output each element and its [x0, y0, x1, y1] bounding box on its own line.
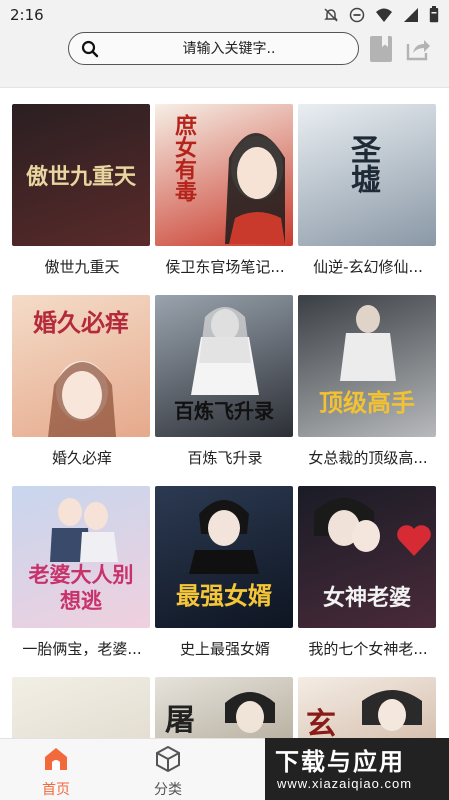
- book-cover[interactable]: 婚久必痒: [12, 295, 150, 437]
- book-title[interactable]: 我的七个女神老...: [298, 638, 438, 659]
- book-card[interactable]: 女神老婆 我的七个女神老...: [298, 486, 438, 658]
- book-card[interactable]: 顶级高手 女总裁的顶级高...: [298, 295, 438, 467]
- cover-title: 最强女婿: [176, 581, 272, 610]
- cover-title: 玄: [306, 707, 336, 742]
- book-title[interactable]: 百炼飞升录: [155, 447, 295, 468]
- book-title[interactable]: 傲世九重天: [12, 256, 152, 277]
- book-title[interactable]: 侯卫东官场笔记...: [155, 256, 295, 277]
- book-cover[interactable]: 圣墟: [298, 104, 436, 246]
- status-time: 2:16: [10, 6, 44, 24]
- book-cover[interactable]: 傲世九重天: [12, 104, 150, 246]
- book-cover[interactable]: 最强女婿: [155, 486, 293, 628]
- book-cover[interactable]: 庶女有毒: [155, 104, 293, 246]
- cover-title: 老婆大人别想逃: [28, 562, 134, 613]
- category-cube-icon: [154, 745, 182, 773]
- watermark-logo: 下载与应用 www.xiazaiqiao.com: [265, 738, 449, 800]
- book-card[interactable]: 圣墟 仙逆-玄幻修仙...: [298, 104, 438, 276]
- book-card[interactable]: 庶女有毒 侯卫东官场笔记...: [155, 104, 295, 276]
- search-input[interactable]: [109, 38, 349, 60]
- wifi-icon: [375, 7, 393, 27]
- cover-title: 婚久必痒: [33, 308, 129, 337]
- book-card[interactable]: 最强女婿 史上最强女婿: [155, 486, 295, 658]
- book-cover[interactable]: 女神老婆: [298, 486, 436, 628]
- book-title[interactable]: 史上最强女婿: [155, 638, 295, 659]
- book-title[interactable]: 仙逆-玄幻修仙...: [298, 256, 438, 277]
- nav-category-label: 分类: [154, 782, 182, 798]
- book-cover[interactable]: 顶级高手: [298, 295, 436, 437]
- book-title[interactable]: 一胎俩宝，老婆...: [12, 638, 152, 659]
- cover-title: 百炼飞升录: [174, 399, 274, 423]
- book-card[interactable]: 婚久必痒 婚久必痒: [12, 295, 152, 467]
- book-card[interactable]: 老婆大人别想逃 一胎俩宝，老婆...: [12, 486, 152, 658]
- bookshelf-icon[interactable]: [369, 35, 393, 63]
- book-title[interactable]: 婚久必痒: [12, 447, 152, 468]
- book-cover[interactable]: 百炼飞升录: [155, 295, 293, 437]
- nav-category[interactable]: 分类: [138, 745, 198, 799]
- cover-title: 屠: [165, 703, 195, 738]
- cover-title: 顶级高手: [319, 388, 415, 417]
- status-icons: [323, 6, 439, 27]
- top-bar: [0, 30, 449, 88]
- cover-title: 庶女有毒: [171, 114, 197, 202]
- notifications-off-icon: [323, 7, 339, 27]
- book-cover[interactable]: 老婆大人别想逃: [12, 486, 150, 628]
- nav-home-label: 首页: [42, 782, 70, 798]
- watermark-main: 下载与应用: [275, 748, 405, 776]
- search-icon: [81, 40, 99, 58]
- search-box[interactable]: [68, 32, 359, 65]
- book-card[interactable]: 傲世九重天 傲世九重天: [12, 104, 152, 276]
- nav-home[interactable]: 首页: [26, 745, 86, 799]
- watermark-url: www.xiazaiqiao.com: [277, 776, 413, 791]
- cover-title: 女神老婆: [322, 585, 411, 611]
- battery-icon: [429, 6, 439, 27]
- status-bar: 2:16: [0, 0, 449, 30]
- book-card[interactable]: 百炼飞升录 百炼飞升录: [155, 295, 295, 467]
- cover-title: 傲世九重天: [25, 164, 136, 190]
- do-not-disturb-icon: [349, 7, 365, 27]
- cover-title: 圣墟: [345, 134, 380, 194]
- home-icon: [42, 745, 70, 773]
- share-icon[interactable]: [405, 36, 431, 62]
- book-title[interactable]: 女总裁的顶级高...: [298, 447, 438, 468]
- signal-icon: [403, 7, 419, 27]
